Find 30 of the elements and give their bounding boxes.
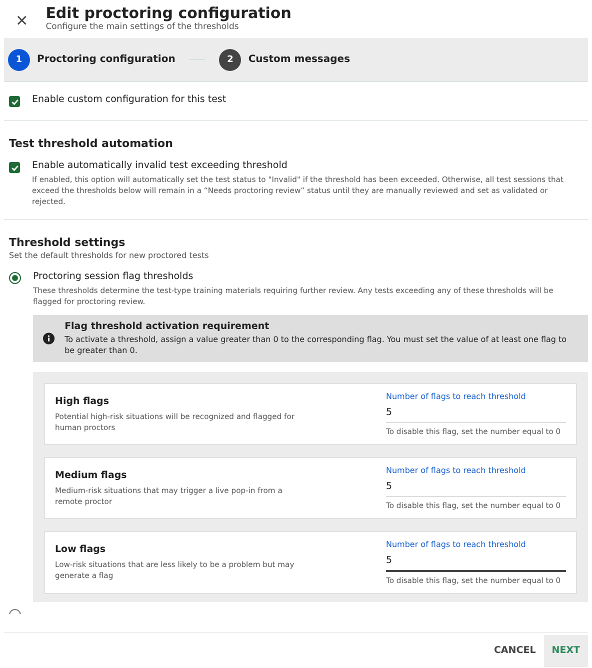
section-subtitle: Set the default thresholds for new proctored tests: [8, 251, 210, 260]
step-label[interactable]: Custom messages: [248, 54, 350, 65]
checkbox[interactable]: [9, 96, 20, 107]
number-field[interactable]: 5: [386, 401, 566, 424]
radio-button[interactable]: [9, 272, 21, 284]
flag-name: Medium flags: [55, 470, 128, 481]
next-button[interactable]: NEXT: [544, 634, 588, 666]
dialog-title: Edit proctoring configuration: [46, 4, 292, 22]
close-button[interactable]: ×: [10, 9, 34, 33]
checkbox-label: Enable automatically invalid test exceeding threshold: [32, 160, 288, 171]
section-heading: Test threshold automation: [8, 137, 174, 150]
notice-text: To activate a threshold, assign a value greater than 0 to the corresponding flag. You must set the value of at least one flag to be greater than 0.: [64, 334, 568, 356]
radio-label: Proctoring session flag thresholds: [33, 271, 194, 282]
cancel-button[interactable]: CANCEL: [486, 634, 544, 666]
field-label: Number of flags to reach threshold: [386, 392, 527, 402]
checkbox[interactable]: [9, 162, 20, 173]
field-label: Number of flags to reach threshold: [386, 540, 527, 550]
flag-name: High flags: [55, 396, 110, 407]
dialog-subtitle: Configure the main settings of the thresholds: [46, 22, 240, 32]
step-number[interactable]: 2: [219, 48, 242, 70]
step-number[interactable]: 1: [8, 48, 30, 70]
section-heading: Threshold settings: [8, 236, 126, 249]
notice-title: Flag threshold activation requirement: [64, 321, 270, 332]
step-label[interactable]: Proctoring configuration: [37, 54, 176, 65]
info-icon: [43, 332, 55, 346]
number-field[interactable]: 5: [386, 475, 566, 498]
flag-name: Low flags: [55, 544, 107, 556]
field-label: Number of flags to reach threshold: [386, 466, 527, 476]
number-field[interactable]: 5: [386, 549, 566, 572]
checkbox-label: Enable custom configuration for this test: [32, 94, 226, 105]
